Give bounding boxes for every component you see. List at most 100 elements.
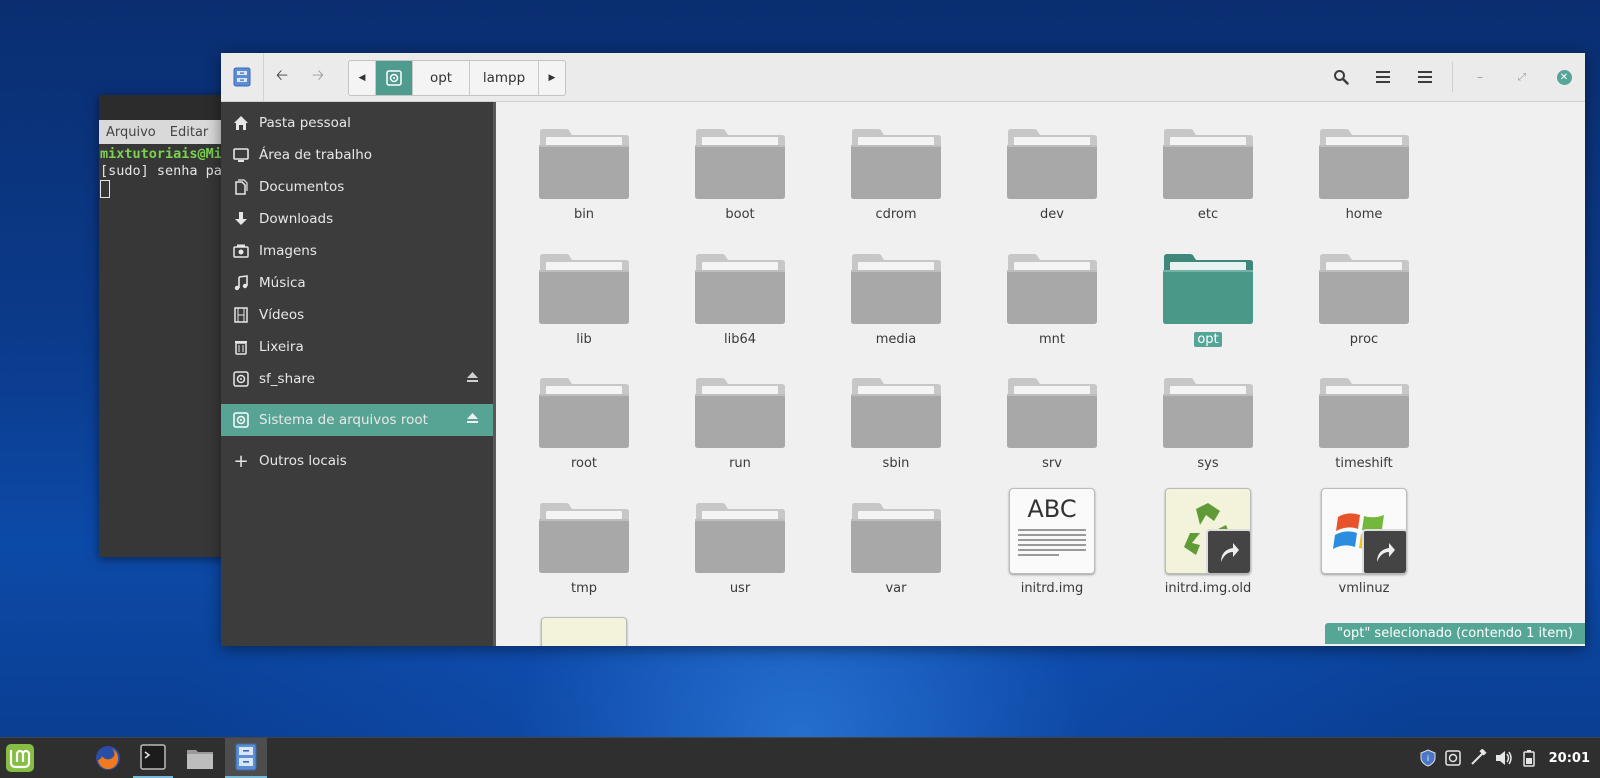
windows-link-icon xyxy=(1304,488,1424,574)
path-segment-lampp[interactable]: lampp xyxy=(470,61,539,95)
folder-icon xyxy=(836,502,956,574)
sidebar-item-downloads[interactable]: Downloads xyxy=(221,203,493,235)
file-item-label: opt xyxy=(1194,332,1222,347)
tray-drive-button[interactable] xyxy=(1444,750,1461,766)
sidebar-item-sf-share[interactable]: sf_share xyxy=(221,363,493,395)
sidebar-item-music[interactable]: Música xyxy=(221,267,493,299)
path-segment-opt[interactable]: opt xyxy=(413,61,470,95)
sidebar-item-pictures[interactable]: Imagens xyxy=(221,235,493,267)
tray-power-button[interactable] xyxy=(1521,749,1537,767)
back-button[interactable]: 🡠 xyxy=(264,53,300,101)
taskbar-terminal[interactable] xyxy=(133,738,173,778)
file-item[interactable]: media xyxy=(836,253,956,347)
path-scroll-right[interactable]: ▶ xyxy=(539,61,565,95)
file-item-label: vmlinuz xyxy=(1338,581,1390,596)
file-item-partial[interactable] xyxy=(524,617,644,646)
file-item[interactable]: boot xyxy=(680,128,800,222)
file-item[interactable]: root xyxy=(524,377,644,471)
file-item[interactable]: sys xyxy=(1148,377,1268,471)
terminal-cursor xyxy=(100,180,110,198)
tray-volume-button[interactable] xyxy=(1495,750,1513,766)
sidebar-item-documents[interactable]: Documentos xyxy=(221,171,493,203)
sidebar-item-label: Imagens xyxy=(259,243,317,259)
sidebar-item-label: Documentos xyxy=(259,179,345,195)
eject-button[interactable] xyxy=(466,371,479,387)
file-item[interactable]: etc xyxy=(1148,128,1268,222)
path-scroll-left[interactable]: ◀ xyxy=(349,61,376,95)
forward-button[interactable]: 🡢 xyxy=(300,53,336,101)
file-item-label: dev xyxy=(1040,207,1064,222)
triangle-left-icon: ◀ xyxy=(358,73,366,83)
file-item[interactable]: usr xyxy=(680,502,800,596)
taskbar-folder[interactable] xyxy=(180,738,220,778)
clock[interactable]: 20:01 xyxy=(1549,751,1590,766)
eject-button[interactable] xyxy=(466,412,479,428)
tray-shield-button[interactable]: i xyxy=(1419,749,1437,767)
minimize-button[interactable]: – xyxy=(1459,53,1501,101)
file-manager-window: 🡠 🡢 ◀ opt lampp ▶ – ⤢ ✕ Pasta pessoal Ár… xyxy=(221,53,1585,646)
file-item[interactable]: srv xyxy=(992,377,1112,471)
folder-icon xyxy=(1148,377,1268,449)
file-thumbnail-icon xyxy=(541,617,627,646)
videos-icon xyxy=(232,306,250,324)
taskbar: i 20:01 xyxy=(0,737,1600,778)
file-item[interactable]: tmp xyxy=(524,502,644,596)
file-item[interactable]: dev xyxy=(992,128,1112,222)
file-item[interactable]: proc xyxy=(1304,253,1424,347)
file-item-label: etc xyxy=(1197,207,1219,222)
sidebar-item-label: Sistema de arquivos root xyxy=(259,412,428,428)
arrow-left-icon: 🡠 xyxy=(275,65,289,84)
folder-icon xyxy=(992,253,1112,325)
mint-menu-button[interactable] xyxy=(0,738,40,778)
file-manager-icon xyxy=(235,743,257,771)
status-bar: "opt" selecionado (contendo 1 item) xyxy=(1325,623,1585,644)
file-item[interactable]: mnt xyxy=(992,253,1112,347)
terminal-prompt: mixtutoriais@Mi xyxy=(100,146,222,162)
file-item[interactable]: run xyxy=(680,377,800,471)
list-view-icon xyxy=(1376,71,1390,83)
close-icon: ✕ xyxy=(1556,69,1572,85)
text-file-icon: ABC xyxy=(992,488,1112,574)
file-item[interactable]: ABC initrd.img xyxy=(992,488,1112,596)
taskbar-firefox[interactable] xyxy=(90,738,126,778)
sidebar-item-other-locations[interactable]: + Outros locais xyxy=(221,445,493,477)
icon-view[interactable]: bin boot cdrom dev etc home lib lib64 media mnt op… xyxy=(493,102,1585,646)
sidebar-item-desktop[interactable]: Área de trabalho xyxy=(221,139,493,171)
menu-button[interactable] xyxy=(1404,53,1446,101)
sidebar-item-trash[interactable]: Lixeira xyxy=(221,331,493,363)
file-item[interactable]: bin xyxy=(524,128,644,222)
sidebar-item-root-filesystem[interactable]: Sistema de arquivos root xyxy=(221,404,493,436)
terminal-menu-editar[interactable]: Editar xyxy=(163,125,216,140)
taskbar-file-manager[interactable] xyxy=(225,738,267,778)
view-list-button[interactable] xyxy=(1362,53,1404,101)
file-item[interactable]: opt xyxy=(1148,253,1268,347)
sidebar-item-home[interactable]: Pasta pessoal xyxy=(221,107,493,139)
file-item[interactable]: timeshift xyxy=(1304,377,1424,471)
drive-icon xyxy=(232,370,250,388)
desktop-icon xyxy=(232,146,250,164)
file-item[interactable]: cdrom xyxy=(836,128,956,222)
folder-icon xyxy=(836,253,956,325)
path-root-segment[interactable] xyxy=(376,61,413,95)
file-item[interactable]: initrd.img.old xyxy=(1148,488,1268,596)
app-menu-button[interactable] xyxy=(221,53,264,101)
search-button[interactable] xyxy=(1320,53,1362,101)
terminal-menu-arquivo[interactable]: Arquivo xyxy=(99,125,163,140)
close-button[interactable]: ✕ xyxy=(1543,53,1585,101)
svg-text:i: i xyxy=(1426,754,1428,763)
file-item[interactable]: lib64 xyxy=(680,253,800,347)
file-item-label: var xyxy=(885,581,907,596)
file-item-label: cdrom xyxy=(875,207,917,222)
tray-network-button[interactable] xyxy=(1469,749,1487,767)
symlink-arrow-icon xyxy=(1362,529,1406,573)
file-item-label: boot xyxy=(725,207,755,222)
file-item-label: initrd.img.old xyxy=(1164,581,1252,596)
file-item[interactable]: vmlinuz xyxy=(1304,488,1424,596)
sidebar-item-videos[interactable]: Vídeos xyxy=(221,299,493,331)
file-item[interactable]: sbin xyxy=(836,377,956,471)
maximize-button[interactable]: ⤢ xyxy=(1501,53,1543,101)
file-item[interactable]: var xyxy=(836,502,956,596)
file-item[interactable]: lib xyxy=(524,253,644,347)
file-item[interactable]: home xyxy=(1304,128,1424,222)
